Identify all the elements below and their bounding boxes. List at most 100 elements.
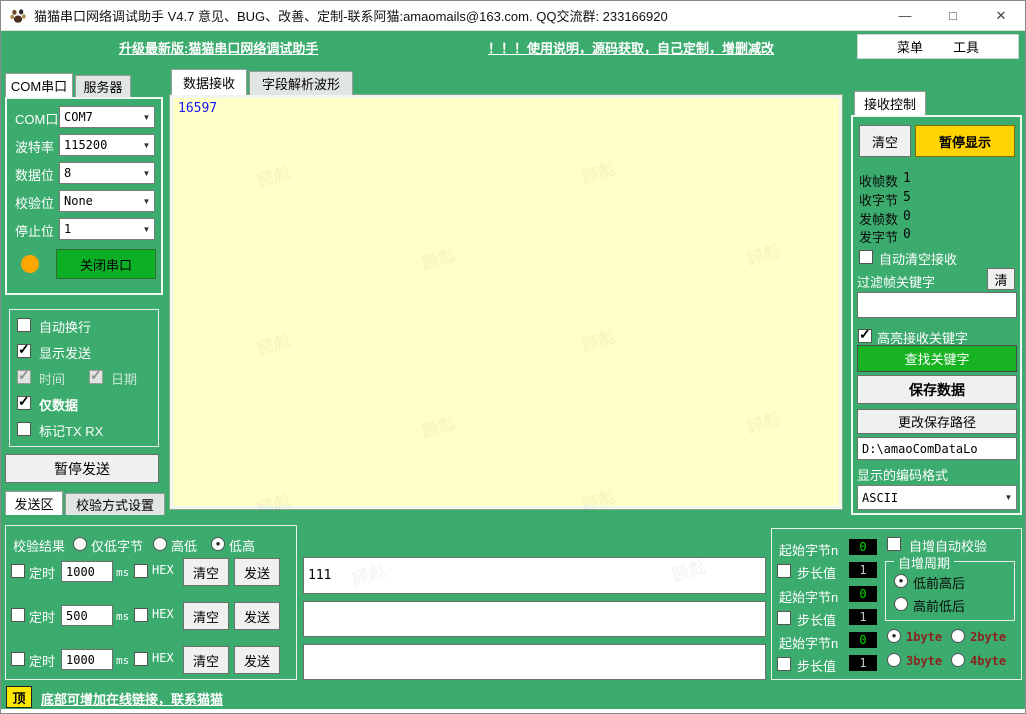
save-path-field[interactable] — [857, 437, 1017, 460]
step2-value[interactable]: 1 — [849, 609, 877, 625]
find-keyword-button[interactable]: 查找关键字 — [857, 345, 1017, 372]
show-send-checkbox[interactable]: ✓ — [17, 344, 31, 358]
window-title: 猫猫串口网络调试助手 V4.7 意见、BUG、改善、定制-联系阿猫:amaoma… — [34, 6, 668, 25]
upgrade-link[interactable]: 升级最新版:猫猫串口网络调试助手 — [119, 38, 318, 57]
titlebar: 猫猫串口网络调试助手 V4.7 意见、BUG、改善、定制-联系阿猫:amaoma… — [1, 1, 1025, 31]
byte3-radio[interactable] — [887, 653, 901, 667]
tab-server[interactable]: 服务器 — [75, 75, 131, 97]
encoding-value: ASCII — [862, 491, 898, 505]
byte2-radio[interactable] — [951, 629, 965, 643]
send1-button[interactable]: 发送 — [234, 558, 280, 586]
auto-newline-checkbox[interactable] — [17, 318, 31, 332]
data-only-checkbox[interactable]: ✓ — [17, 396, 31, 410]
tab-data-receive[interactable]: 数据接收 — [171, 69, 247, 95]
step3-checkbox[interactable] — [777, 657, 791, 671]
clear-receive-button[interactable]: 清空 — [859, 125, 911, 157]
scroll-top-button[interactable]: 顶 — [6, 686, 32, 708]
help-link[interactable]: ！！！使用说明，源码获取，自己定制，增删减改 — [488, 38, 774, 57]
maximize-button[interactable]: □ — [929, 1, 977, 30]
start-byte2-value[interactable]: 0 — [849, 586, 877, 602]
step3-value[interactable]: 1 — [849, 655, 877, 671]
start-byte1-label: 起始字节n — [779, 540, 838, 559]
save-data-button[interactable]: 保存数据 — [857, 375, 1017, 404]
stat-value: 1 — [903, 171, 911, 190]
tab-receive-control[interactable]: 接收控制 — [854, 91, 926, 115]
receive-data-area[interactable]: 16597 — [170, 95, 842, 509]
start-byte1-value[interactable]: 0 — [849, 539, 877, 555]
timer1-interval-input[interactable] — [61, 561, 113, 582]
timer3-interval-input[interactable] — [61, 649, 113, 670]
timer1-checkbox[interactable] — [11, 564, 25, 578]
tab-com-serial[interactable]: COM串口 — [5, 73, 73, 97]
received-data-text: 16597 — [178, 101, 217, 116]
send3-button[interactable]: 发送 — [234, 646, 280, 674]
tx-frame-count: 发帧数0 — [859, 209, 911, 228]
checksum-high-low-label: 高低 — [171, 536, 197, 555]
timer2-interval-input[interactable] — [61, 605, 113, 626]
send-message1-input[interactable] — [303, 557, 766, 594]
mark-txrx-checkbox[interactable] — [17, 422, 31, 436]
clear3-button[interactable]: 清空 — [183, 646, 229, 674]
auto-increment-check-checkbox[interactable] — [887, 537, 901, 551]
data-bits-select[interactable]: 8 ▼ — [59, 162, 155, 184]
step1-value[interactable]: 1 — [849, 562, 877, 578]
start-byte2-label: 起始字节n — [779, 587, 838, 606]
parity-select[interactable]: None ▼ — [59, 190, 155, 212]
pause-display-button[interactable]: 暂停显示 — [915, 125, 1015, 157]
tab-field-waveform[interactable]: 字段解析波形 — [249, 71, 353, 95]
send-message3-input[interactable] — [303, 644, 766, 680]
filter-keyword-label: 过滤帧关键字 — [857, 272, 935, 291]
byte4-radio[interactable] — [951, 653, 965, 667]
hex2-checkbox[interactable] — [134, 608, 148, 622]
byte1-radio[interactable]: ● — [887, 629, 901, 643]
pause-send-button[interactable]: 暂停发送 — [5, 454, 159, 483]
stat-label: 收帧数 — [859, 171, 898, 190]
filter-keyword-input[interactable] — [857, 292, 1017, 318]
com-port-select[interactable]: COM7 ▼ — [59, 106, 155, 128]
encoding-select[interactable]: ASCII ▼ — [857, 485, 1017, 510]
send2-button[interactable]: 发送 — [234, 602, 280, 630]
show-send-label: 显示发送 — [39, 343, 91, 362]
close-port-button[interactable]: 关闭串口 — [56, 249, 156, 279]
clear2-button[interactable]: 清空 — [183, 602, 229, 630]
low-first-label: 低前高后 — [913, 573, 965, 592]
step2-checkbox[interactable] — [777, 611, 791, 625]
hex3-checkbox[interactable] — [134, 652, 148, 666]
tab-checksum-settings[interactable]: 校验方式设置 — [65, 493, 165, 515]
time-checkbox[interactable]: ✓ — [17, 370, 31, 384]
checkmark: ✓ — [90, 367, 102, 384]
checksum-low-high-radio[interactable]: ● — [211, 537, 225, 551]
byte1-label: 1byte — [906, 630, 942, 644]
hex1-checkbox[interactable] — [134, 564, 148, 578]
minimize-button[interactable]: — — [881, 1, 929, 30]
baud-rate-select[interactable]: 115200 ▼ — [59, 134, 155, 156]
stop-bits-select[interactable]: 1 ▼ — [59, 218, 155, 240]
high-first-radio[interactable] — [894, 597, 908, 611]
com-port-value: COM7 — [64, 110, 93, 124]
tx-byte-count: 发字节0 — [859, 227, 911, 246]
window-controls: — □ ✕ — [881, 1, 1025, 30]
checksum-low-byte-radio[interactable] — [73, 537, 87, 551]
start-byte3-value[interactable]: 0 — [849, 632, 877, 648]
menu-item-tools[interactable]: 工具 — [953, 37, 979, 56]
checksum-low-high-label: 低高 — [229, 536, 255, 555]
menu-item-menu[interactable]: 菜单 — [897, 37, 923, 56]
filter-clear-button[interactable]: 清 — [987, 268, 1015, 290]
data-bits-value: 8 — [64, 166, 71, 180]
footer-contact-link[interactable]: 底部可增加在线链接，联系猫猫 — [41, 689, 223, 708]
tab-send-area[interactable]: 发送区 — [5, 491, 63, 515]
send-message2-input[interactable] — [303, 601, 766, 637]
stat-label: 发字节 — [859, 227, 898, 246]
low-first-radio[interactable]: ● — [894, 574, 908, 588]
highlight-keyword-checkbox[interactable]: ✓ — [858, 329, 872, 343]
checksum-high-low-radio[interactable] — [153, 537, 167, 551]
close-button[interactable]: ✕ — [977, 1, 1025, 30]
date-checkbox[interactable]: ✓ — [89, 370, 103, 384]
change-save-path-button[interactable]: 更改保存路径 — [857, 409, 1017, 434]
timer3-checkbox[interactable] — [11, 652, 25, 666]
auto-clear-checkbox[interactable] — [859, 250, 873, 264]
step1-checkbox[interactable] — [777, 564, 791, 578]
auto-clear-label: 自动清空接收 — [879, 249, 957, 268]
timer2-checkbox[interactable] — [11, 608, 25, 622]
clear1-button[interactable]: 清空 — [183, 558, 229, 586]
